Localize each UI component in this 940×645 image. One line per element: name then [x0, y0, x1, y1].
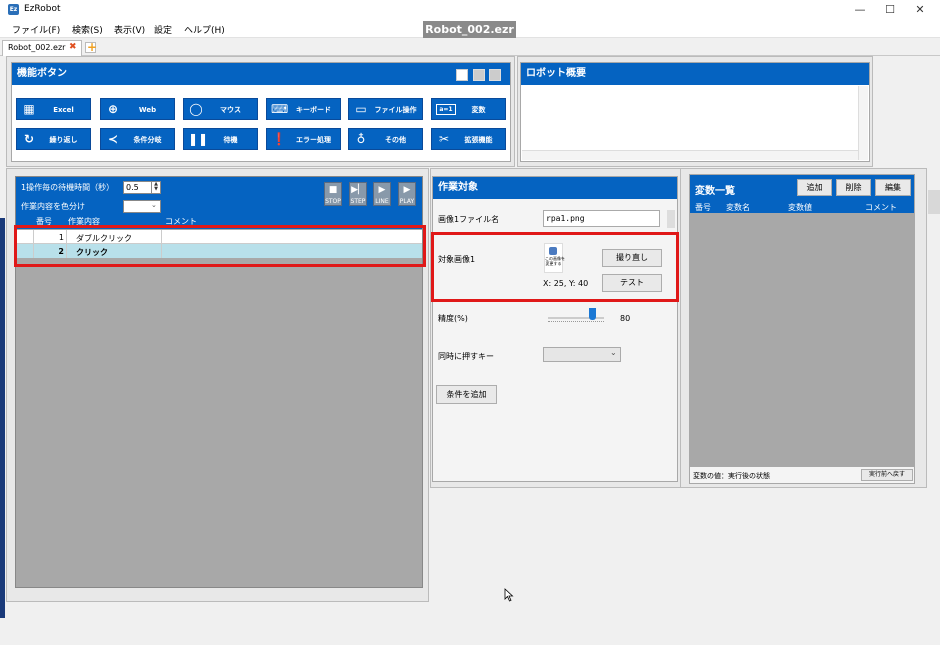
step-button[interactable]: ▶▏ STEP: [349, 182, 367, 206]
layout-square-1-icon[interactable]: [456, 69, 468, 81]
image-file-scroll[interactable]: [667, 210, 675, 228]
loop-button[interactable]: ↻ 繰り返し: [16, 128, 91, 150]
wait-time-label: 1操作毎の待機時間（秒）: [21, 183, 115, 192]
var-column-comment: コメント: [865, 203, 897, 212]
target-title: 作業対象: [433, 177, 677, 199]
error-icon: ❗: [271, 132, 287, 146]
web-button[interactable]: ⊕ Web: [100, 98, 175, 120]
reset-variables-button[interactable]: 実行前へ戻す: [861, 469, 913, 481]
highlight-box-rows: [14, 225, 426, 267]
variables-footer-label: 変数の値：実行後の状態: [693, 472, 770, 480]
add-condition-button[interactable]: 条件を追加: [436, 385, 497, 404]
image-file-label: 画像1ファイル名: [438, 215, 500, 224]
file-operation-button[interactable]: ▭ ファイル操作: [348, 98, 423, 120]
modifier-key-label: 同時に押すキー: [438, 352, 494, 361]
highlight-box-image: [431, 232, 679, 302]
var-column-number: 番号: [695, 203, 711, 212]
variables-list[interactable]: [690, 213, 914, 467]
bulb-icon: ♁: [356, 132, 366, 146]
loop-icon: ↻: [23, 132, 35, 146]
layout-square-2-icon[interactable]: [473, 69, 485, 81]
add-variable-button[interactable]: 追加: [797, 179, 832, 196]
wait-button[interactable]: ❚❚ 待機: [183, 128, 258, 150]
precision-slider-thumb[interactable]: [589, 308, 597, 320]
app-icon: Ez: [8, 4, 19, 15]
mouse-button[interactable]: ◯ マウス: [183, 98, 258, 120]
overview-title: ロボット概要: [521, 63, 869, 85]
step-icon: ▶▏: [351, 185, 365, 195]
menu-search[interactable]: 検索(S): [72, 23, 103, 36]
file-icon: ▭: [355, 102, 367, 116]
menu-view[interactable]: 表示(V): [114, 23, 145, 36]
desktop-strip: [0, 218, 5, 618]
stop-icon: ■: [328, 185, 338, 195]
error-handling-button[interactable]: ❗ エラー処理: [266, 128, 341, 150]
excel-button[interactable]: ▦ Excel: [16, 98, 91, 120]
menu-help[interactable]: ヘルプ(H): [184, 23, 225, 36]
overview-h-scrollbar[interactable]: [522, 150, 858, 160]
mouse-cursor-icon: [504, 588, 514, 602]
globe-icon: ⊕: [107, 102, 119, 116]
variables-title: 変数一覧: [695, 186, 735, 197]
overview-scrollbar[interactable]: [858, 86, 868, 160]
delete-variable-button[interactable]: 削除: [836, 179, 871, 196]
file-name-badge: Robot_002.ezr: [423, 21, 516, 38]
tab-label: Robot_002.ezr: [8, 43, 66, 52]
tab-close-icon[interactable]: ✖: [69, 42, 77, 52]
tab-strip: [0, 38, 940, 56]
layout-square-3-icon[interactable]: [489, 69, 501, 81]
branch-button[interactable]: ≺ 条件分岐: [100, 128, 175, 150]
mouse-icon: ◯: [189, 102, 203, 116]
var-column-name: 変数名: [726, 203, 750, 212]
line-button[interactable]: ▶ LINE: [373, 182, 391, 206]
window-title: EzRobot: [24, 4, 61, 14]
add-tab-icon[interactable]: [85, 40, 97, 54]
variable-icon: a=1: [436, 104, 456, 115]
function-panel-title: 機能ボタン: [12, 63, 510, 85]
title-bar: [0, 0, 940, 20]
precision-value: 80: [620, 314, 631, 323]
color-coding-label: 作業内容を色分け: [21, 202, 85, 211]
menu-settings[interactable]: 設定: [154, 23, 172, 36]
precision-slider-ticks: [548, 321, 604, 323]
extension-button[interactable]: ✂ 拡張機能: [431, 128, 506, 150]
excel-icon: ▦: [23, 102, 35, 116]
chevron-down-icon: ⌄: [151, 201, 157, 209]
image-file-input[interactable]: rpa1.png: [543, 210, 660, 227]
precision-label: 精度(%): [438, 314, 468, 323]
branch-icon: ≺: [107, 132, 119, 146]
line-icon: ▶: [378, 185, 386, 195]
edit-variable-button[interactable]: 編集: [875, 179, 911, 196]
pause-icon: ❚❚: [188, 132, 209, 146]
wait-time-spinner-icon[interactable]: ▲ ▼: [151, 182, 160, 193]
close-icon[interactable]: ✕: [905, 1, 935, 19]
background-window-edge: [928, 190, 940, 214]
other-button[interactable]: ♁ その他: [348, 128, 423, 150]
var-column-value: 変数値: [788, 203, 812, 212]
play-button[interactable]: ▶ PLAY: [398, 182, 416, 206]
stop-button[interactable]: ■ STOP: [324, 182, 342, 206]
tools-icon: ✂: [438, 132, 450, 146]
menu-file[interactable]: ファイル(F): [12, 23, 60, 36]
chevron-down-icon: ⌄: [610, 348, 617, 357]
overview-textarea[interactable]: [522, 86, 868, 160]
play-icon: ▶: [403, 185, 411, 195]
keyboard-icon: ⌨: [271, 102, 289, 116]
variable-button[interactable]: a=1 変数: [431, 98, 506, 120]
keyboard-button[interactable]: ⌨ キーボード: [266, 98, 341, 120]
maximize-icon[interactable]: ☐: [875, 1, 905, 19]
minimize-icon[interactable]: —: [845, 1, 875, 19]
